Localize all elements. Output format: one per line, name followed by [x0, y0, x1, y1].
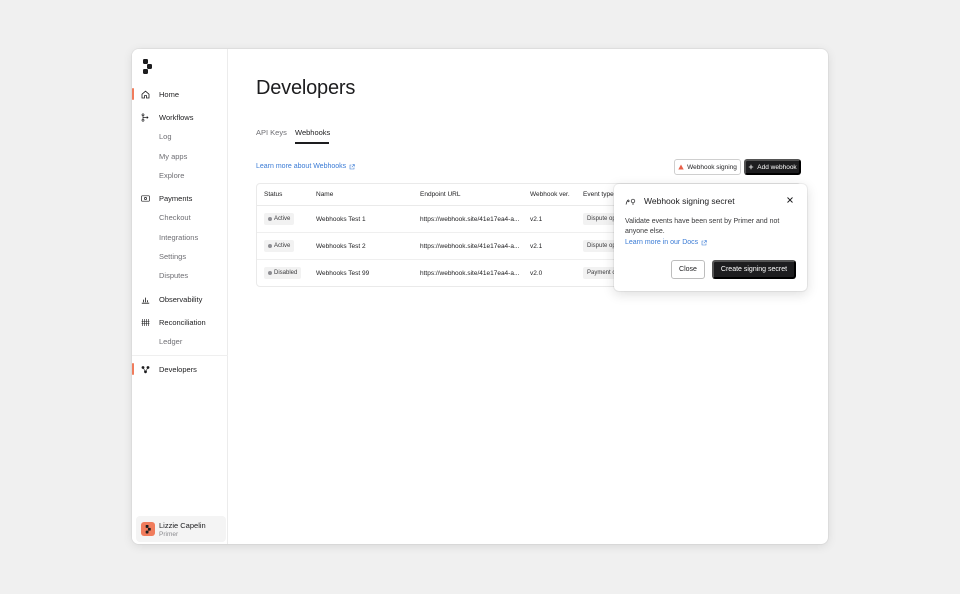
sidebar-item-label: Integrations [159, 232, 199, 242]
webhook-name: Webhooks Test 2 [316, 243, 366, 250]
external-link-icon [349, 163, 355, 169]
home-icon [141, 90, 150, 99]
close-button[interactable]: Close [671, 260, 705, 279]
primer-logo-icon[interactable] [142, 59, 154, 75]
sidebar-item-label: Observability [159, 294, 203, 304]
status-badge: Disabled [264, 267, 302, 279]
status-badge: Active [264, 213, 295, 225]
status-dot [268, 217, 272, 221]
payments-icon [141, 194, 150, 203]
tab-api-keys[interactable]: API Keys [256, 128, 287, 137]
endpoint-url: https://webhook.site/41e17ea4-a... [420, 243, 520, 250]
sidebar-item-label: Explore [159, 170, 185, 180]
sidebar-item-label: Ledger [159, 336, 183, 346]
webhook-version: v2.0 [530, 270, 543, 277]
column-header-webhook-version: Webhook ver. [530, 191, 570, 198]
page-title: Developers [256, 77, 356, 99]
column-header-event-types: Event types [583, 191, 617, 198]
user-card[interactable]: Lizzie Capelin Primer [136, 516, 226, 542]
warning-icon [678, 164, 684, 170]
sidebar-item-label: Settings [159, 251, 187, 261]
plus-icon [749, 164, 754, 170]
webhook-signing-label: Webhook signing [687, 163, 737, 171]
webhook-signing-button[interactable]: Webhook signing [674, 159, 741, 175]
sidebar-item-label: Reconciliation [159, 317, 206, 327]
status-label: Active [274, 216, 291, 222]
chart-icon [141, 295, 150, 304]
sidebar-item-label: Home [159, 89, 180, 99]
sidebar-item-ledger[interactable]: Ledger [132, 332, 228, 350]
reconciliation-icon [141, 318, 150, 327]
column-header-endpoint-url: Endpoint URL [420, 191, 461, 198]
learn-more-webhooks-link[interactable]: Learn more about Webhooks [256, 163, 355, 170]
sidebar-item-explore[interactable]: Explore [132, 166, 228, 184]
add-webhook-button[interactable]: Add webhook [744, 159, 801, 175]
avatar [141, 522, 155, 536]
webhook-version: v2.1 [530, 243, 543, 250]
app-window: Home Workflows Log My apps Explore Payme… [132, 49, 828, 544]
webhook-name: Webhooks Test 99 [316, 270, 370, 277]
sidebar-item-observability[interactable]: Observability [132, 290, 228, 308]
column-header-name: Name [316, 191, 334, 198]
sidebar-item-disputes[interactable]: Disputes [132, 266, 228, 284]
learn-more-label: Learn more about Webhooks [256, 163, 347, 170]
column-header-status: Status [264, 191, 283, 198]
sidebar-item-my-apps[interactable]: My apps [132, 147, 228, 165]
sidebar-item-label: Checkout [159, 212, 191, 222]
external-link-icon [701, 239, 707, 245]
sidebar-item-developers[interactable]: Developers [132, 360, 228, 378]
sidebar-item-integrations[interactable]: Integrations [132, 228, 228, 246]
add-webhook-label: Add webhook [757, 163, 797, 171]
sidebar-item-settings[interactable]: Settings [132, 247, 228, 265]
learn-more-docs-label: Learn more in our Docs [625, 239, 699, 246]
popover-title: Webhook signing secret [644, 196, 735, 206]
sidebar-item-label: Developers [159, 364, 197, 374]
user-name: Lizzie Capelin [159, 521, 206, 530]
status-label: Active [274, 243, 291, 249]
sidebar-item-home[interactable]: Home [132, 85, 228, 103]
webhook-name: Webhooks Test 1 [316, 216, 366, 223]
webhook-version: v2.1 [530, 216, 543, 223]
sidebar-item-label: Payments [159, 193, 193, 203]
sidebar-item-log[interactable]: Log [132, 127, 228, 145]
endpoint-url: https://webhook.site/41e17ea4-a... [420, 270, 520, 277]
close-icon[interactable] [786, 196, 794, 204]
workflows-icon [141, 112, 150, 122]
status-label: Disabled [274, 270, 298, 276]
status-dot [268, 271, 272, 275]
tab-webhooks[interactable]: Webhooks [295, 128, 330, 137]
sidebar-item-label: Workflows [159, 112, 194, 122]
sidebar-item-reconciliation[interactable]: Reconciliation [132, 313, 228, 331]
sidebar-item-label: Disputes [159, 270, 189, 280]
sidebar-item-label: My apps [159, 151, 188, 161]
tab-underline [295, 142, 329, 144]
endpoint-url: https://webhook.site/41e17ea4-a... [420, 216, 520, 223]
sidebar-item-label: Log [159, 131, 172, 141]
learn-more-docs-link[interactable]: Learn more in our Docs [625, 239, 707, 246]
key-signing-icon [625, 198, 636, 205]
sidebar: Home Workflows Log My apps Explore Payme… [132, 49, 228, 544]
sidebar-item-payments[interactable]: Payments [132, 189, 228, 207]
popover-description: Validate events have been sent by Primer… [625, 218, 780, 235]
user-org: Primer [159, 531, 179, 538]
status-badge: Active [264, 240, 295, 252]
sidebar-divider [132, 355, 228, 356]
sidebar-item-checkout[interactable]: Checkout [132, 208, 228, 226]
sidebar-item-workflows[interactable]: Workflows [132, 108, 228, 126]
create-signing-secret-button[interactable]: Create signing secret [712, 260, 796, 279]
status-dot [268, 244, 272, 248]
developers-icon [141, 365, 150, 374]
webhook-signing-popover: Webhook signing secret Validate events h… [614, 184, 807, 291]
